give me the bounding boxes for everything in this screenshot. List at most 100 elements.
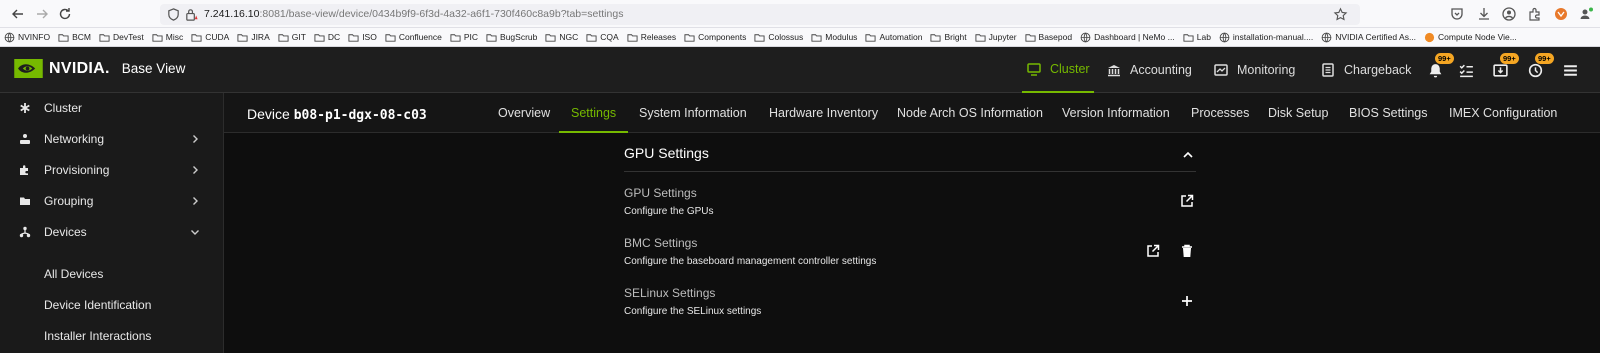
bookmark-item[interactable]: DevTest <box>99 32 144 43</box>
nav-cluster-label: Cluster <box>1050 62 1090 76</box>
gpu-settings-title: GPU Settings <box>624 186 697 200</box>
notifications-icon[interactable]: 99+ <box>1427 53 1454 79</box>
gpu-settings-open-external-icon[interactable] <box>1180 194 1194 208</box>
bookmark-item[interactable]: NVIDIA Certified As... <box>1321 32 1416 43</box>
forward-icon[interactable] <box>34 6 50 22</box>
bookmark-item[interactable]: Lab <box>1183 32 1211 43</box>
sidebar-item-label: Networking <box>44 132 105 146</box>
tab-node-arch-os-information[interactable]: Node Arch OS Information <box>897 93 1043 133</box>
bookmark-label: BCM <box>72 32 92 42</box>
bookmark-label: installation-manual.... <box>1232 32 1314 42</box>
bookmark-label: Misc <box>165 32 184 42</box>
bookmark-star-icon[interactable] <box>1333 7 1348 22</box>
sidebar-subitem-device-identification[interactable]: Device Identification <box>44 298 151 312</box>
tab-overview[interactable]: Overview <box>498 93 550 133</box>
bmc-settings-open-external-icon[interactable] <box>1146 244 1160 258</box>
account-icon[interactable] <box>1501 6 1517 22</box>
tab-bios-settings[interactable]: BIOS Settings <box>1349 93 1428 133</box>
tab-disk-setup[interactable]: Disk Setup <box>1268 93 1328 133</box>
monitor-icon <box>1027 63 1041 76</box>
nav-accounting[interactable]: Accounting <box>1106 47 1192 93</box>
bookmark-item[interactable]: NGC <box>545 32 578 43</box>
address-bar[interactable]: 7.241.16.10:8081/base-view/device/0434b9… <box>160 4 1360 25</box>
bookmark-item[interactable]: Releases <box>627 32 676 43</box>
sidebar-subitem-installer-interactions[interactable]: Installer Interactions <box>44 329 151 343</box>
nav-cluster[interactable]: Cluster <box>1022 47 1094 93</box>
bookmark-label: NGC <box>559 32 579 42</box>
bookmark-item[interactable]: BugScrub <box>486 32 537 43</box>
bookmark-item[interactable]: ISO <box>348 32 377 43</box>
tab-version-information[interactable]: Version Information <box>1062 93 1170 133</box>
nvidia-logo[interactable]: NVIDIA. Base View <box>14 59 185 78</box>
bookmark-item[interactable]: GIT <box>278 32 306 43</box>
inbox-download-icon[interactable]: 99+ <box>1492 53 1519 79</box>
chevron-up-icon[interactable] <box>1182 149 1194 161</box>
hamburger-menu-icon[interactable] <box>1562 62 1579 79</box>
bookmark-item[interactable]: Basepod <box>1024 32 1072 43</box>
bookmark-label: Automation <box>879 32 923 42</box>
sidebar-subitem-all-devices[interactable]: All Devices <box>44 267 103 281</box>
chevron-right-icon <box>190 134 200 144</box>
nav-chargeback[interactable]: Chargeback <box>1320 47 1411 93</box>
bookmark-item[interactable]: PIC <box>450 32 478 43</box>
tab-hardware-inventory[interactable]: Hardware Inventory <box>769 93 878 133</box>
tab-settings[interactable]: Settings <box>559 93 629 133</box>
folder-icon <box>278 33 289 42</box>
nav-monitoring[interactable]: Monitoring <box>1213 47 1295 93</box>
extensions-icon[interactable] <box>1527 6 1543 22</box>
bookmark-item[interactable]: Components <box>684 32 746 43</box>
reload-icon[interactable] <box>57 6 73 22</box>
notifications-badge: 99+ <box>1435 53 1454 64</box>
tab-imex-configuration[interactable]: IMEX Configuration <box>1449 93 1557 133</box>
selinux-settings-add-icon[interactable] <box>1180 294 1194 308</box>
bookmark-label: BugScrub <box>500 32 538 42</box>
gpu-settings-description: Configure the GPUs <box>624 206 714 217</box>
bmc-settings-description: Configure the baseboard management contr… <box>624 256 877 267</box>
download-icon[interactable] <box>1476 6 1492 22</box>
tasks-checklist-icon[interactable] <box>1458 62 1475 79</box>
sidebar-item-grouping[interactable]: Grouping <box>0 186 224 216</box>
bookmark-item[interactable]: Jupyter <box>975 32 1017 43</box>
folder-icon <box>237 33 248 42</box>
folder-icon <box>545 33 556 42</box>
lock-warning-icon[interactable] <box>184 7 199 22</box>
product-name: Base View <box>121 61 186 76</box>
sidebar-item-provisioning[interactable]: Provisioning <box>0 155 224 185</box>
bookmark-label: Bright <box>944 32 967 42</box>
bookmark-item[interactable]: JIRA <box>237 32 270 43</box>
bookmark-item[interactable]: Confluence <box>385 32 442 43</box>
tab-processes[interactable]: Processes <box>1191 93 1249 133</box>
bookmark-item[interactable]: Bright <box>930 32 967 43</box>
nav-accounting-label: Accounting <box>1130 63 1192 77</box>
nvidia-eye-icon <box>14 59 43 78</box>
bookmark-item[interactable]: Dashboard | NeMo ... <box>1080 32 1175 43</box>
globe-icon <box>1219 32 1230 42</box>
folder-icon <box>975 33 986 42</box>
back-icon[interactable] <box>10 6 26 22</box>
bmc-settings-delete-icon[interactable] <box>1180 244 1194 258</box>
nav-chargeback-label: Chargeback <box>1344 63 1412 77</box>
bookmark-label: Confluence <box>398 32 442 42</box>
bookmark-item[interactable]: DC <box>314 32 340 43</box>
bookmark-item[interactable]: Automation <box>865 32 922 43</box>
bmc-settings-title: BMC Settings <box>624 236 698 250</box>
sidebar-item-networking[interactable]: Networking <box>0 124 224 154</box>
sidebar-item-devices[interactable]: Devices <box>0 217 224 247</box>
pocket-icon[interactable] <box>1449 6 1465 22</box>
tab-system-information[interactable]: System Information <box>639 93 747 133</box>
sync-status-icon[interactable]: 99+ <box>1527 53 1554 79</box>
bookmark-item[interactable]: BCM <box>58 32 91 43</box>
bookmark-item[interactable]: installation-manual.... <box>1219 32 1313 43</box>
bookmark-label: Components <box>698 32 747 42</box>
shield-icon[interactable] <box>166 7 181 22</box>
bookmark-item[interactable]: CQA <box>586 32 619 43</box>
fox-extension-icon[interactable] <box>1553 6 1569 22</box>
profile-icon[interactable] <box>1578 6 1594 22</box>
bookmark-item[interactable]: Compute Node Vie... <box>1424 32 1517 43</box>
bookmark-item[interactable]: Modulus <box>811 32 857 43</box>
sidebar-item-cluster[interactable]: Cluster <box>0 93 224 123</box>
bookmark-item[interactable]: Misc <box>152 32 183 43</box>
bookmark-item[interactable]: NVINFO <box>4 32 50 43</box>
bookmark-item[interactable]: Colossus <box>754 32 803 43</box>
bookmark-item[interactable]: CUDA <box>191 32 229 43</box>
